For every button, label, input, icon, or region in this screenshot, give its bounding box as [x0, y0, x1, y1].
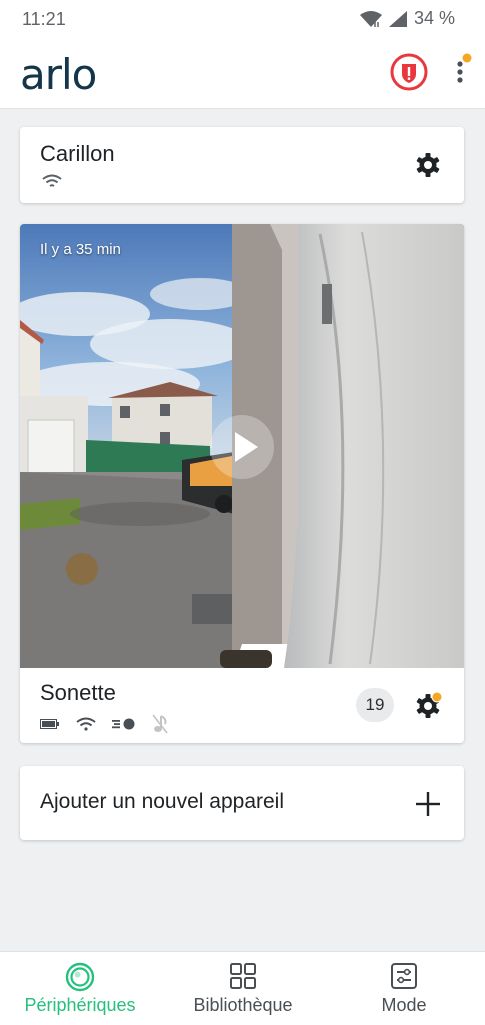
device-status-icons — [40, 714, 168, 734]
status-bar: 11:21 34 % — [0, 0, 485, 38]
battery-percentage: 34 % — [413, 8, 455, 28]
wifi-signal-icon — [359, 10, 382, 27]
mode-icon — [391, 963, 417, 989]
device-card-chime[interactable]: Carillon — [20, 127, 464, 203]
last-event-time: Il y a 35 min — [40, 241, 121, 258]
event-count-badge[interactable]: 19 — [356, 688, 394, 722]
nav-tab-devices[interactable]: Périphériques — [0, 952, 160, 1025]
arlo-logo: arlo — [20, 50, 97, 99]
nav-label-library: Bibliothèque — [193, 995, 293, 1015]
nav-tab-mode[interactable]: Mode — [323, 952, 485, 1025]
play-icon[interactable] — [210, 415, 274, 479]
add-device-label: Ajouter un nouvel appareil — [40, 790, 285, 813]
cell-signal-icon — [388, 10, 407, 27]
status-time: 11:21 — [22, 9, 66, 29]
alert-icon[interactable] — [389, 52, 429, 92]
wifi-icon — [76, 717, 96, 731]
devices-icon — [65, 962, 95, 992]
app-header: arlo — [0, 38, 485, 109]
status-indicators: 34 % — [359, 8, 455, 29]
nav-tab-library[interactable]: Bibliothèque — [163, 952, 323, 1025]
settings-gear-icon[interactable] — [414, 151, 442, 179]
plus-icon[interactable] — [414, 790, 442, 818]
device-name: Carillon — [40, 141, 115, 166]
bottom-navigation: Périphériques Bibliothèque Mode — [0, 951, 485, 1025]
more-options-icon[interactable] — [448, 52, 472, 92]
add-device-button[interactable]: Ajouter un nouvel appareil — [20, 766, 464, 840]
device-name: Sonette — [40, 680, 116, 705]
settings-gear-icon[interactable] — [414, 692, 442, 720]
wifi-icon — [42, 174, 62, 187]
device-card-doorbell: Il y a 35 min Sonette 19 — [20, 224, 464, 743]
library-grid-icon — [230, 963, 256, 989]
camera-snapshot[interactable]: Il y a 35 min — [20, 224, 464, 668]
chime-muted-icon — [152, 714, 168, 734]
motion-detection-icon — [112, 718, 135, 730]
nav-label-devices: Périphériques — [24, 995, 136, 1015]
nav-label-mode: Mode — [381, 995, 427, 1015]
battery-icon — [40, 719, 59, 729]
doorbell-info: Sonette 19 — [20, 668, 464, 743]
